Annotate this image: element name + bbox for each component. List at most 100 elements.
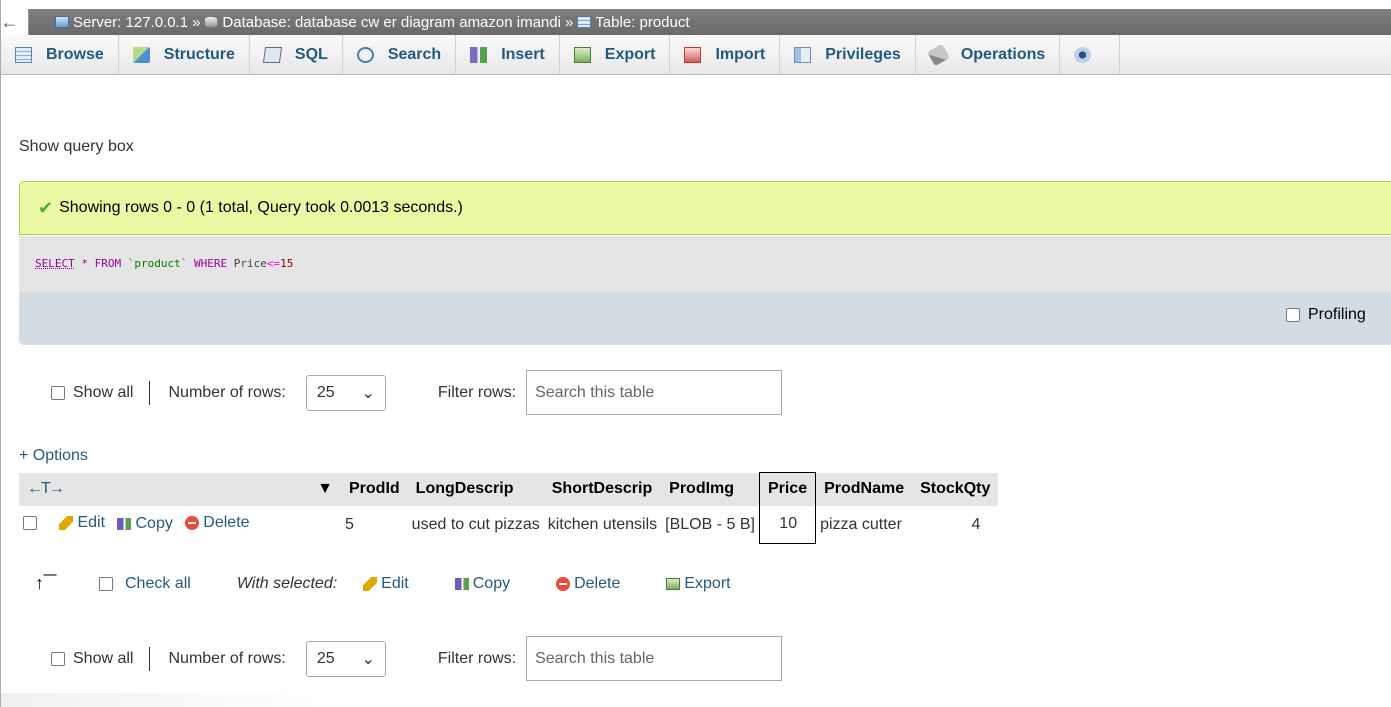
- cell-longdescrip[interactable]: used to cut pizzas: [408, 506, 544, 544]
- notice-text: Showing rows 0 - 0 (1 total, Query took …: [59, 199, 463, 216]
- cell-price[interactable]: 10: [758, 505, 817, 544]
- sql-star: *: [81, 257, 88, 270]
- rows-value: 25: [316, 649, 335, 667]
- delete-icon: [556, 576, 571, 591]
- sql-query-display: SELECT * FROM `product` WHERE Price<=15: [19, 236, 1391, 292]
- copy-icon: [117, 518, 132, 530]
- delete-icon: [185, 516, 200, 530]
- column-header[interactable]: ProdId: [341, 472, 408, 506]
- bulk-edit-button[interactable]: Edit: [363, 575, 409, 593]
- delete-button[interactable]: Delete: [185, 514, 250, 532]
- breadcrumb-server[interactable]: Server: 127.0.0.1: [73, 14, 188, 31]
- navigation-top: Show all Number of rows: 25 ⌄ Filter row…: [51, 370, 783, 415]
- edit-button[interactable]: Edit: [59, 514, 105, 532]
- cell-prodid[interactable]: 5: [341, 506, 408, 544]
- rows-value: 25: [316, 383, 335, 401]
- query-options-bar: [19, 292, 1391, 345]
- sql-keyword-from: FROM: [94, 257, 122, 270]
- bulk-delete-button[interactable]: Delete: [556, 575, 620, 593]
- profiling-checkbox[interactable]: [1286, 308, 1300, 322]
- table-icon: [577, 16, 592, 28]
- column-header[interactable]: ProdName: [815, 472, 913, 506]
- check-all-checkbox[interactable]: [99, 576, 113, 591]
- back-arrow-button[interactable]: ←: [1, 9, 29, 35]
- chevron-down-icon: ⌄: [361, 650, 375, 668]
- checkmark-icon: ✔: [38, 197, 54, 218]
- eye-icon: [1074, 47, 1092, 63]
- browse-icon: [15, 47, 32, 63]
- table-header-row: ←T→ ▼ ProdId LongDescrip ShortDescrip Pr…: [19, 472, 999, 506]
- column-header[interactable]: ProdImg: [661, 472, 760, 506]
- column-toggle-header: ←T→ ▼: [19, 472, 341, 506]
- bottom-shadow: [1, 693, 321, 707]
- tab-label: Structure: [163, 46, 235, 63]
- sort-menu-icon[interactable]: ▼: [317, 480, 333, 498]
- tab-privileges[interactable]: Privileges: [780, 35, 916, 75]
- sql-table-name: `product`: [127, 257, 188, 270]
- copy-button[interactable]: Copy: [117, 515, 173, 533]
- column-header[interactable]: LongDescrip: [407, 472, 544, 506]
- tab-operations[interactable]: Operations: [916, 35, 1061, 75]
- tab-tracking[interactable]: [1060, 35, 1121, 75]
- sql-field: Price: [233, 257, 267, 270]
- edit-label: Edit: [77, 514, 106, 531]
- cell-prodimg[interactable]: [BLOB - 5 B]: [661, 506, 759, 544]
- arrow-up-left-icon: ↑‾‾: [35, 573, 56, 593]
- show-all-checkbox[interactable]: [51, 651, 65, 666]
- filter-rows-input[interactable]: Search this table: [526, 636, 783, 681]
- rows-select[interactable]: 25 ⌄: [305, 374, 386, 411]
- import-icon: [684, 47, 702, 63]
- tab-insert[interactable]: Insert: [456, 35, 560, 75]
- sql-keyword-select[interactable]: SELECT: [35, 257, 75, 270]
- options-link[interactable]: + Options: [19, 447, 88, 465]
- cell-stockqty[interactable]: 4: [912, 506, 998, 544]
- sql-keyword-where: WHERE: [193, 257, 228, 270]
- navigation-bottom: Show all Number of rows: 25 ⌄ Filter row…: [51, 636, 783, 681]
- row-checkbox[interactable]: [23, 516, 37, 530]
- breadcrumb-separator: »: [192, 13, 201, 31]
- divider: [149, 646, 151, 671]
- filter-rows-input[interactable]: Search this table: [526, 370, 783, 415]
- breadcrumb-table[interactable]: Table: product: [595, 14, 689, 31]
- check-all-label[interactable]: Check all: [125, 575, 191, 593]
- tab-menu: Browse Structure SQL Search Insert Expor…: [1, 35, 1391, 75]
- tab-browse[interactable]: Browse: [1, 35, 119, 75]
- search-icon: [356, 47, 374, 63]
- full-text-toggle-icon[interactable]: ←T→: [27, 480, 65, 497]
- structure-icon: [132, 47, 150, 63]
- export-icon: [573, 47, 591, 63]
- bulk-edit-label: Edit: [381, 574, 409, 592]
- server-icon: [55, 16, 69, 28]
- tab-sql[interactable]: SQL: [250, 35, 343, 75]
- bulk-export-button[interactable]: Export: [666, 575, 731, 593]
- show-all-label: Show all: [73, 383, 134, 401]
- column-header[interactable]: Price: [758, 472, 817, 506]
- bulk-copy-button[interactable]: Copy: [454, 575, 510, 593]
- tab-label: Import: [715, 46, 766, 63]
- sql-value: 15: [280, 257, 294, 270]
- column-header[interactable]: StockQty: [912, 472, 999, 506]
- column-header[interactable]: ShortDescrip: [543, 472, 662, 506]
- copy-icon: [454, 577, 469, 590]
- tab-search[interactable]: Search: [343, 35, 457, 75]
- tab-import[interactable]: Import: [670, 35, 781, 75]
- breadcrumb: ← Server: 127.0.0.1 » Database: database…: [1, 9, 1391, 35]
- tab-structure[interactable]: Structure: [119, 35, 250, 75]
- rows-select[interactable]: 25 ⌄: [305, 640, 386, 677]
- breadcrumb-database[interactable]: Database: database cw er diagram amazon …: [222, 14, 561, 31]
- cell-prodname[interactable]: pizza cutter: [816, 506, 913, 544]
- cell-shortdescrip[interactable]: kitchen utensils: [544, 506, 661, 544]
- tab-export[interactable]: Export: [560, 35, 671, 75]
- profiling-toggle[interactable]: Profiling: [1286, 306, 1366, 324]
- table-row: Edit Copy Delete 5 used to cut pizzas ki…: [19, 505, 998, 544]
- show-all-checkbox[interactable]: [51, 385, 65, 400]
- show-query-box-link[interactable]: Show query box: [19, 138, 134, 156]
- bulk-delete-label: Delete: [574, 574, 621, 592]
- pencil-icon: [59, 516, 74, 530]
- divider: [149, 380, 151, 405]
- show-all-label: Show all: [73, 649, 134, 667]
- sql-icon: [262, 47, 283, 63]
- tab-label: Insert: [501, 46, 545, 63]
- rows-label: Number of rows:: [168, 383, 286, 401]
- tab-label: Operations: [960, 46, 1046, 63]
